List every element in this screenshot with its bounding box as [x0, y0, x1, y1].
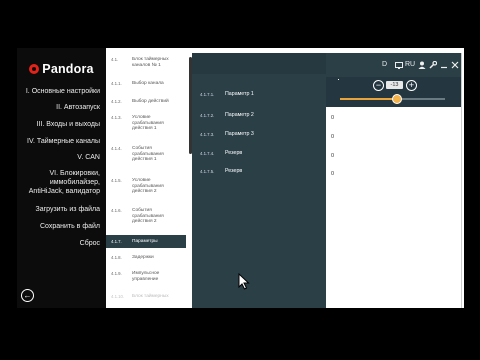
sidebar-item-can[interactable]: V. CAN	[19, 154, 100, 163]
sidebar-item-save-file[interactable]: Сохранить в файл	[19, 223, 100, 232]
toolbar: D RU	[326, 53, 461, 77]
list-item-number: 4.1.1.	[111, 81, 122, 86]
language-button[interactable]: RU	[405, 61, 415, 68]
sidebar-item-inputs-outputs[interactable]: III. Входы и выходы	[19, 121, 100, 130]
param-number: 4.1.7.2.	[200, 113, 215, 118]
parameters-header	[192, 53, 326, 74]
list-item-number: 4.1.3.	[111, 115, 122, 120]
close-icon[interactable]	[451, 61, 459, 71]
pandora-logo: Pandora	[17, 60, 106, 78]
param-value[interactable]: 0	[331, 153, 334, 159]
list-item-label: Выбор действий	[132, 99, 169, 104]
list-item-active[interactable]: 4.1.7. Параметры	[106, 235, 186, 248]
sidebar-item-immobilizer-line2: иммобилайзер,	[49, 179, 100, 186]
param-value[interactable]: 0	[331, 134, 334, 140]
parameters-panel: 4.1.7.1. Параметр 1 4.1.7.2. Параметр 2 …	[192, 53, 326, 308]
param-label: Параметр 2	[225, 112, 254, 118]
list-item[interactable]: 4.1.2. Выбор действий	[106, 99, 186, 105]
sidebar-item-basic-settings[interactable]: I. Основные настройки	[19, 88, 100, 97]
list-item-label: Условие срабатывания действия 1	[132, 115, 164, 132]
list-item-number: 4.1.9.	[111, 271, 122, 276]
sidebar-item-load-file[interactable]: Загрузить из файла	[19, 206, 100, 215]
list-item-label: События срабатывания действия 1	[132, 146, 164, 163]
sidebar-item-autostart[interactable]: II. Автозапуск	[19, 104, 100, 113]
screen-icon[interactable]	[395, 62, 403, 71]
list-item-number: 4.1.	[111, 57, 119, 62]
section-list: 4.1. Блок таймерных каналов № 1 4.1.1. В…	[106, 48, 186, 308]
list-item-number: 4.1.6.	[111, 208, 122, 213]
device-button[interactable]: D	[382, 61, 387, 68]
list-item[interactable]: 4.1.1. Выбор канала	[106, 81, 186, 87]
sidebar-item-timer-channels[interactable]: IV. Таймерные каналы	[19, 138, 100, 147]
list-item-number: 4.1.2.	[111, 99, 122, 104]
param-label: Параметр 3	[225, 131, 254, 137]
list-item[interactable]: 4.1.6. События срабатывания действия 2	[106, 208, 186, 225]
pandora-logo-icon	[29, 64, 40, 74]
param-row[interactable]: 4.1.7.4. Резерв	[192, 147, 326, 163]
param-row[interactable]: 4.1.7.2. Параметр 2	[192, 109, 326, 125]
sidebar-item-immobilizer-line3: AntiHiJack, валидатор	[28, 188, 100, 195]
param-number: 4.1.7.5.	[200, 169, 215, 174]
list-item[interactable]: 4.1.8. Задержки	[106, 255, 186, 261]
slider-value-field[interactable]: -13	[386, 81, 403, 89]
value-slider-panel: − -13 +	[326, 77, 461, 107]
decrement-button[interactable]: −	[373, 80, 384, 91]
list-item-number: 4.1.5.	[111, 178, 122, 183]
param-number: 4.1.7.4.	[200, 151, 215, 156]
list-item-label: Условие срабатывания действия 2	[132, 178, 164, 195]
wrench-icon[interactable]	[429, 60, 438, 71]
back-arrow-icon[interactable]: ←	[21, 289, 34, 302]
list-item-label: Блок таймерных каналов № 1	[132, 57, 169, 68]
list-item[interactable]: 4.1.3. Условие срабатывания действия 1	[106, 115, 186, 132]
list-item-label: Блок таймерных	[132, 294, 169, 299]
param-value[interactable]: 0	[331, 115, 334, 121]
window-border	[461, 53, 462, 308]
param-value[interactable]: 0	[331, 171, 334, 177]
list-item-label: Задержки	[132, 255, 154, 260]
param-row[interactable]: 4.1.7.3. Параметр 3	[192, 128, 326, 144]
sidebar-item-reset[interactable]: Сброс	[19, 240, 100, 249]
user-icon[interactable]	[418, 61, 426, 71]
param-number: 4.1.7.3.	[200, 132, 215, 137]
list-item[interactable]: 4.1.4. События срабатывания действия 1	[106, 146, 186, 163]
list-item-number: 4.1.4.	[111, 146, 122, 151]
logo-text: Pandora	[42, 62, 94, 76]
list-item-label: События срабатывания действия 2	[132, 208, 164, 225]
param-label: Резерв	[225, 168, 243, 174]
param-label: Параметр 1	[225, 91, 254, 97]
sidebar: Pandora I. Основные настройки II. Автоза…	[17, 48, 106, 308]
param-label: Резерв	[225, 150, 243, 156]
param-marker	[338, 79, 339, 80]
minimize-icon[interactable]	[440, 61, 448, 71]
increment-button[interactable]: +	[406, 80, 417, 91]
list-item[interactable]: 4.1.9. Импульсное управление	[106, 271, 186, 282]
param-row[interactable]: 4.1.7.5. Резерв	[192, 165, 326, 181]
list-item-number: 4.1.10.	[111, 294, 125, 299]
list-item[interactable]: 4.1.10. Блок таймерных	[106, 294, 186, 300]
list-item-label: Импульсное управление	[132, 271, 160, 282]
list-item-number: 4.1.7.	[111, 238, 122, 244]
list-item[interactable]: 4.1. Блок таймерных каналов № 1	[106, 57, 186, 68]
list-item-number: 4.1.8.	[111, 255, 122, 260]
slider-fill	[340, 98, 396, 100]
list-item-label: Выбор канала	[132, 81, 164, 86]
sidebar-item-immobilizer-line1: VI. Блокировки,	[49, 170, 100, 177]
mouse-cursor-icon	[238, 272, 250, 295]
list-item-label: Параметры	[132, 238, 158, 244]
param-number: 4.1.7.1.	[200, 92, 215, 97]
list-item[interactable]: 4.1.5. Условие срабатывания действия 2	[106, 178, 186, 195]
slider-thumb[interactable]	[391, 94, 402, 104]
app-window: Pandora I. Основные настройки II. Автоза…	[17, 48, 464, 308]
param-row[interactable]: 4.1.7.1. Параметр 1	[192, 88, 326, 104]
